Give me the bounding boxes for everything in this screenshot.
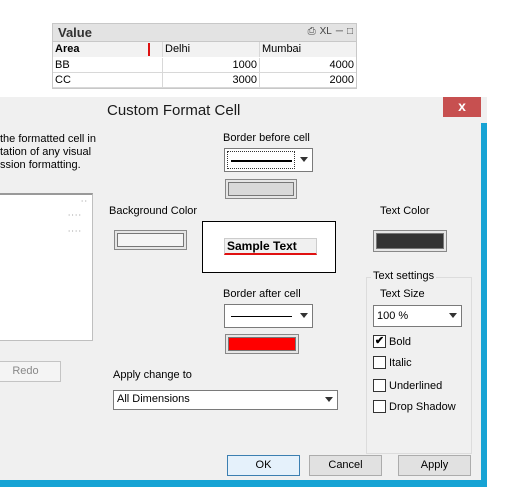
text-settings-label: Text settings — [371, 270, 437, 282]
italic-check-box[interactable] — [373, 356, 386, 369]
expression-preview-box[interactable]: ⋅⋅ ⋅⋅⋅⋅ ⋅⋅⋅⋅ — [0, 193, 93, 341]
underlined-check-box[interactable] — [373, 379, 386, 392]
row-label[interactable]: CC — [53, 73, 163, 88]
drop-shadow-label: Drop Shadow — [389, 400, 456, 413]
chevron-down-icon — [449, 313, 457, 318]
border-after-color-button[interactable] — [225, 334, 299, 354]
apply-button[interactable]: Apply — [398, 455, 471, 476]
print-icon[interactable]: ⎙ — [308, 26, 316, 37]
drop-shadow-check-box[interactable] — [373, 400, 386, 413]
background-color-button[interactable] — [114, 230, 187, 250]
excel-export-icon[interactable]: XL — [320, 26, 332, 37]
underlined-label: Underlined — [389, 379, 443, 392]
drop-shadow-checkbox[interactable]: Drop Shadow — [373, 400, 456, 413]
line-style-preview — [231, 316, 292, 317]
close-button[interactable]: x — [443, 97, 481, 117]
chevron-down-icon — [325, 397, 333, 402]
apply-change-value: All Dimensions — [117, 393, 190, 405]
table-header-row: Area Delhi Mumbai — [53, 42, 356, 57]
column-selection-marker — [148, 43, 150, 56]
checkmark-icon: ✔ — [374, 335, 385, 347]
custom-format-cell-dialog: Custom Format Cell x the formatted cell … — [0, 97, 487, 487]
table-cell[interactable]: 1000 — [163, 58, 260, 73]
preview-marker: ⋅⋅⋅⋅ — [67, 211, 82, 220]
dialog-title: Custom Format Cell — [107, 102, 241, 119]
table-cell[interactable]: 3000 — [163, 73, 260, 88]
text-color-button[interactable] — [373, 230, 447, 252]
description-line: the formatted cell in — [0, 133, 96, 145]
text-color-swatch — [376, 233, 444, 249]
ok-button[interactable]: OK — [227, 455, 300, 476]
maximize-icon[interactable]: □ — [347, 26, 353, 37]
row-label[interactable]: BB — [53, 58, 163, 73]
background-color-swatch — [117, 233, 184, 247]
text-color-label: Text Color — [380, 205, 430, 217]
border-before-style-select[interactable] — [224, 148, 313, 172]
description-text: the formatted cell in tation of any visu… — [0, 133, 100, 172]
text-size-label: Text Size — [380, 288, 425, 300]
text-size-value: 100 % — [377, 310, 409, 322]
italic-checkbox[interactable]: Italic — [373, 356, 412, 369]
border-after-style-select[interactable] — [224, 304, 313, 328]
text-size-select[interactable]: 100 % — [373, 305, 462, 327]
background-color-label: Background Color — [109, 205, 198, 217]
preview-marker: ⋅⋅ — [80, 197, 88, 206]
pivot-table: Value ⎙ XL ─ □ Area Delhi Mumbai BB 1000… — [52, 23, 357, 89]
redo-button[interactable]: Redo — [0, 361, 61, 382]
header-mumbai[interactable]: Mumbai — [260, 42, 356, 57]
cancel-button[interactable]: Cancel — [309, 455, 382, 476]
bold-check-box[interactable]: ✔ — [373, 335, 386, 348]
sample-text: Sample Text — [224, 238, 317, 255]
header-delhi[interactable]: Delhi — [163, 42, 260, 57]
header-area[interactable]: Area — [53, 42, 163, 57]
border-before-color-swatch — [228, 182, 294, 196]
italic-label: Italic — [389, 356, 412, 369]
table-row: CC 3000 2000 — [53, 73, 356, 88]
border-after-label: Border after cell — [223, 288, 301, 300]
close-icon: x — [458, 98, 466, 114]
border-before-label: Border before cell — [223, 132, 310, 144]
preview-marker: ⋅⋅⋅⋅ — [67, 227, 82, 236]
dialog-body: the formatted cell in tation of any visu… — [0, 123, 481, 480]
border-after-color-swatch — [228, 337, 296, 351]
line-style-preview — [231, 160, 292, 162]
apply-change-label: Apply change to — [113, 369, 192, 381]
table-row: BB 1000 4000 — [53, 58, 356, 73]
minimize-icon[interactable]: ─ — [336, 26, 343, 37]
apply-change-select[interactable]: All Dimensions — [113, 390, 338, 410]
dialog-titlebar[interactable]: Custom Format Cell x — [0, 97, 487, 123]
table-caption: Value ⎙ XL ─ □ — [53, 24, 356, 42]
bold-label: Bold — [389, 335, 412, 348]
table-cell[interactable]: 4000 — [260, 58, 356, 73]
sample-preview: Sample Text — [202, 221, 336, 273]
underlined-checkbox[interactable]: Underlined — [373, 379, 442, 392]
description-line: tation of any visual — [0, 146, 92, 158]
chevron-down-icon — [300, 313, 308, 318]
table-cell[interactable]: 2000 — [260, 73, 356, 88]
chevron-down-icon — [300, 157, 308, 162]
caption-icons: ⎙ XL ─ □ — [308, 26, 353, 37]
border-before-color-button[interactable] — [225, 179, 297, 199]
table-title: Value — [58, 25, 92, 40]
description-line: ssion formatting. — [0, 159, 81, 171]
bold-checkbox[interactable]: ✔ Bold — [373, 335, 411, 348]
